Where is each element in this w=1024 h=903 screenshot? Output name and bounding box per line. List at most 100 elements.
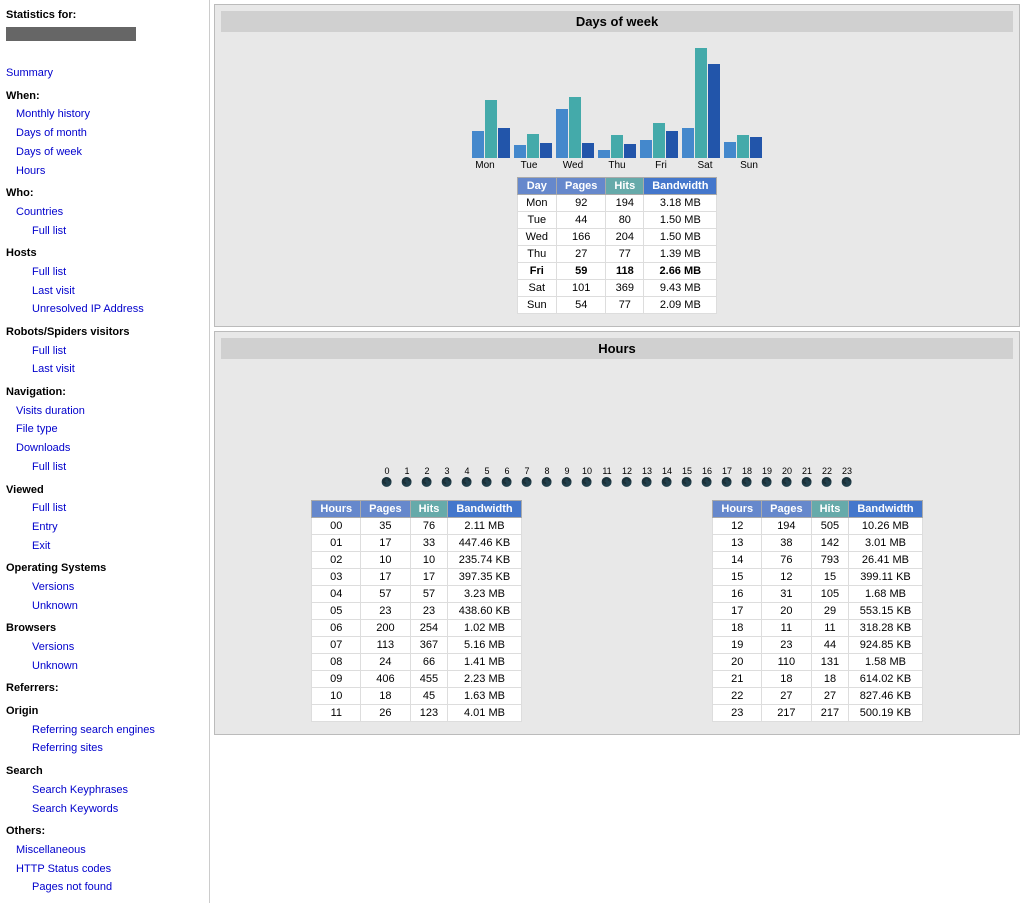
table-cell: 113	[361, 637, 410, 654]
hours-pages-bar-17	[713, 463, 721, 465]
table-cell: 1.58 MB	[849, 654, 922, 671]
bar-label-thu: Thu	[597, 160, 637, 171]
table-cell: 04	[312, 586, 361, 603]
file-type-link[interactable]: File type	[16, 420, 203, 439]
table-cell: 44	[811, 637, 849, 654]
navigation-header: Navigation:	[6, 383, 203, 402]
miscellaneous-link[interactable]: Miscellaneous	[16, 841, 203, 860]
table-cell: 92	[557, 195, 606, 212]
hours-hits-bar-16	[703, 453, 711, 465]
pages-not-found-link[interactable]: Pages not found	[32, 878, 203, 897]
bar-group-thu	[598, 135, 636, 158]
hour-label-20: 20	[778, 466, 796, 476]
full-list-4-link[interactable]: Full list	[32, 458, 203, 477]
table-cell: 217	[811, 705, 849, 722]
search-keyphrases-link[interactable]: Search Keyphrases	[32, 781, 203, 800]
visits-duration-link[interactable]: Visits duration	[16, 402, 203, 421]
moon-icon-22: 🌑	[818, 477, 836, 488]
exit-link[interactable]: Exit	[32, 537, 203, 556]
referring-search-link[interactable]: Referring search engines	[32, 721, 203, 740]
browsers-versions-link[interactable]: Versions	[32, 638, 203, 657]
table-cell: 1.50 MB	[644, 229, 717, 246]
table-cell: 5.16 MB	[448, 637, 521, 654]
days-of-month-link[interactable]: Days of month	[16, 124, 203, 143]
hours-bar-group-1	[409, 461, 426, 465]
hours-right-h2: Pages	[762, 501, 811, 518]
table-cell: 2.09 MB	[644, 297, 717, 314]
hours-right-h3: Hits	[811, 501, 849, 518]
hours-bar-group-13	[637, 449, 654, 465]
hour-label-18: 18	[738, 466, 756, 476]
hours-hits-bar-14	[665, 375, 673, 465]
table-cell: 1.39 MB	[644, 246, 717, 263]
table-row: 201101311.58 MB	[713, 654, 922, 671]
os-unknown-link[interactable]: Unknown	[32, 597, 203, 616]
hours-labels: 01234567891011121314151617181920212223	[368, 466, 866, 476]
table-cell: 15	[811, 569, 849, 586]
table-cell: 254	[410, 620, 448, 637]
hour-label-11: 11	[598, 466, 616, 476]
hour-label-14: 14	[658, 466, 676, 476]
dow-labels: MonTueWedThuFriSatSun	[455, 160, 779, 171]
full-list-2-link[interactable]: Full list	[32, 263, 203, 282]
table-cell: 17	[410, 569, 448, 586]
downloads-link[interactable]: Downloads	[16, 439, 203, 458]
table-cell: 11	[762, 620, 811, 637]
bar-label-sat: Sat	[685, 160, 725, 171]
hour-label-23: 23	[838, 466, 856, 476]
pages-bar-mon	[472, 131, 484, 158]
table-cell: 438.60 KB	[448, 603, 521, 620]
hours-hits-bar-11	[608, 451, 616, 465]
hours-hits-bar-18	[741, 464, 749, 465]
hours-link[interactable]: Hours	[16, 162, 203, 181]
pages-bar-fri	[640, 140, 652, 158]
bw-bar-tue	[540, 143, 552, 158]
table-cell: 397.35 KB	[448, 569, 521, 586]
moon-icon-4: 🌑	[458, 477, 476, 488]
hour-label-22: 22	[818, 466, 836, 476]
hours-pages-bar-10	[580, 463, 588, 465]
search-keywords-link[interactable]: Search Keywords	[32, 800, 203, 819]
when-header: When:	[6, 87, 203, 106]
table-cell: 204	[606, 229, 644, 246]
hour-label-16: 16	[698, 466, 716, 476]
os-versions-link[interactable]: Versions	[32, 578, 203, 597]
browsers-unknown-link[interactable]: Unknown	[32, 657, 203, 676]
table-cell: 101	[557, 280, 606, 297]
unresolved-ip-link[interactable]: Unresolved IP Address	[32, 300, 203, 319]
bar-label-mon: Mon	[465, 160, 505, 171]
monthly-history-link[interactable]: Monthly history	[16, 105, 203, 124]
hours-pages-bar-7	[523, 452, 531, 465]
bw-bar-thu	[624, 144, 636, 158]
hours-bar-group-7	[523, 423, 540, 465]
http-status-link[interactable]: HTTP Status codes	[16, 860, 203, 879]
hour-label-19: 19	[758, 466, 776, 476]
last-visit-1-link[interactable]: Last visit	[32, 282, 203, 301]
table-cell: 33	[410, 535, 448, 552]
moon-icon-15: 🌑	[678, 477, 696, 488]
full-list-3-link[interactable]: Full list	[32, 342, 203, 361]
stats-input[interactable]	[6, 27, 136, 41]
summary-link[interactable]: Summary	[6, 64, 203, 83]
hours-hits-bar-0	[399, 456, 407, 465]
hour-label-13: 13	[638, 466, 656, 476]
table-cell: 1.68 MB	[849, 586, 922, 603]
table-cell: 200	[361, 620, 410, 637]
table-cell: 166	[557, 229, 606, 246]
moon-icon-19: 🌑	[758, 477, 776, 488]
hours-pages-bar-23	[827, 440, 835, 465]
table-cell: 1.50 MB	[644, 212, 717, 229]
countries-link[interactable]: Countries	[16, 203, 203, 222]
entry-link[interactable]: Entry	[32, 518, 203, 537]
full-list-1-link[interactable]: Full list	[32, 222, 203, 241]
days-of-week-link[interactable]: Days of week	[16, 143, 203, 162]
table-cell: 10.26 MB	[849, 518, 922, 535]
table-cell: 406	[361, 671, 410, 688]
last-visit-2-link[interactable]: Last visit	[32, 360, 203, 379]
hours-bar-group-4	[466, 459, 483, 465]
referring-sites-link[interactable]: Referring sites	[32, 739, 203, 758]
table-row: 0824661.41 MB	[312, 654, 521, 671]
referrers-header: Referrers:	[6, 679, 203, 698]
bar-group-tue	[514, 134, 552, 158]
full-list-5-link[interactable]: Full list	[32, 499, 203, 518]
